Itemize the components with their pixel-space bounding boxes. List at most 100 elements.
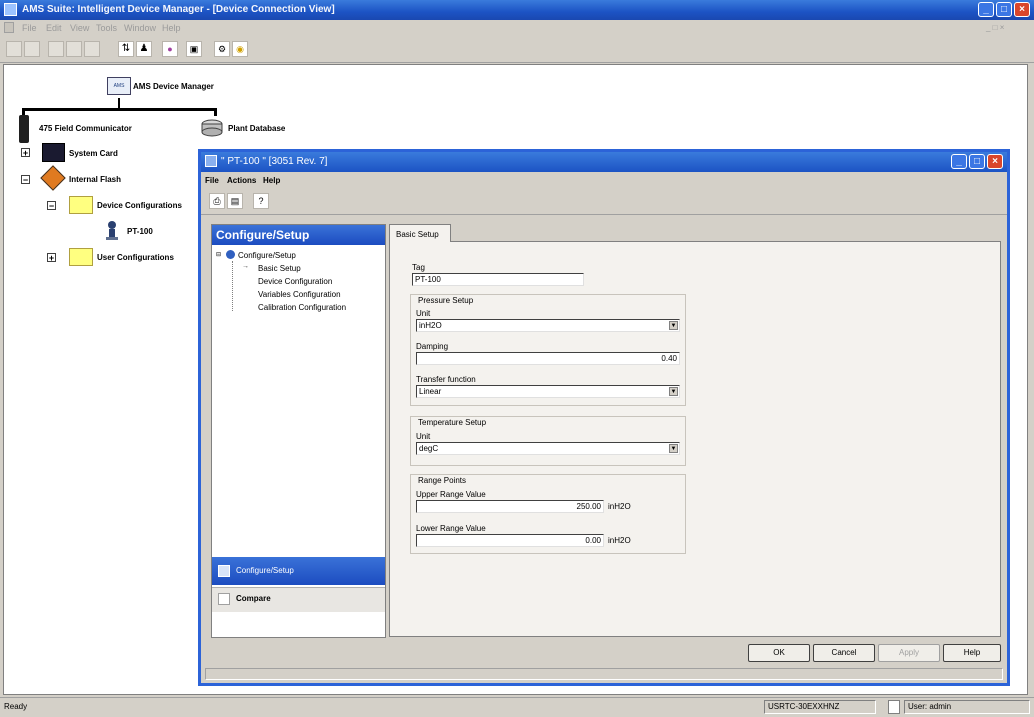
device-maximize-button[interactable]: □: [969, 154, 985, 169]
status-user: User: admin: [904, 700, 1030, 714]
connector-line: [214, 108, 217, 116]
system-card-icon[interactable]: [42, 143, 65, 162]
device-minimize-button[interactable]: _: [951, 154, 967, 169]
menu-tools[interactable]: Tools: [96, 23, 117, 33]
menu-window[interactable]: Window: [124, 23, 156, 33]
toolbar-button-4[interactable]: [66, 41, 82, 57]
content-area: Tag PT-100 Pressure Setup Unit inH2O ▼ D…: [387, 224, 1001, 638]
device-menubar: File Actions Help: [201, 174, 1007, 188]
field-communicator-icon[interactable]: [19, 115, 29, 143]
folder-icon[interactable]: [69, 196, 93, 214]
tag-label: Tag: [412, 263, 425, 272]
menu-edit[interactable]: Edit: [46, 23, 62, 33]
tree-communicator-label[interactable]: 475 Field Communicator: [39, 124, 132, 133]
tab-basic-setup-label: Basic Setup: [396, 230, 439, 239]
toolbar-button-5[interactable]: [84, 41, 100, 57]
transmitter-icon[interactable]: [105, 220, 119, 240]
tree-line: [232, 261, 234, 311]
app-icon: [4, 3, 17, 16]
lrv-input[interactable]: 0.00: [416, 534, 604, 547]
expand-system-card[interactable]: +: [21, 148, 30, 158]
device-close-button[interactable]: ×: [987, 154, 1003, 169]
print-icon[interactable]: ⎙: [209, 193, 225, 209]
properties-icon[interactable]: ●: [162, 41, 178, 57]
menu-file[interactable]: File: [22, 23, 37, 33]
urv-label: Upper Range Value: [416, 490, 486, 499]
temperature-setup-title: Temperature Setup: [418, 418, 487, 427]
temperature-unit-label: Unit: [416, 432, 431, 441]
current-item-arrow-icon: →: [242, 263, 249, 270]
lrv-label: Lower Range Value: [416, 524, 486, 533]
maximize-button[interactable]: □: [996, 2, 1012, 17]
nav-item-device-configuration[interactable]: Device Configuration: [258, 277, 332, 286]
device-menu-help[interactable]: Help: [263, 176, 280, 185]
pressure-unit-label: Unit: [416, 309, 431, 318]
nav-tree-collapse-icon[interactable]: ⊟: [216, 251, 221, 258]
menu-help[interactable]: Help: [162, 23, 181, 33]
toolbar-button-2[interactable]: [24, 41, 40, 57]
transfer-function-label: Transfer function: [416, 375, 476, 384]
tab-basic-setup[interactable]: Basic Setup: [389, 224, 451, 242]
pressure-unit-select[interactable]: inH2O ▼: [416, 319, 680, 332]
main-window-title: AMS Suite: Intelligent Device Manager - …: [22, 4, 335, 15]
device-window-titlebar[interactable]: " PT-100 " [3051 Rev. 7] _ □ ×: [201, 152, 1007, 172]
plant-database-icon[interactable]: [201, 119, 223, 137]
help-pointer-icon[interactable]: ?: [253, 193, 269, 209]
nav-item-calibration-configuration[interactable]: Calibration Configuration: [258, 303, 346, 312]
ams-device-manager-icon[interactable]: AMS: [107, 77, 131, 95]
expand-user-configurations[interactable]: +: [47, 253, 56, 263]
close-button[interactable]: ×: [1014, 2, 1030, 17]
device-menu-file[interactable]: File: [205, 176, 219, 185]
tree-root-label[interactable]: AMS Device Manager: [133, 82, 214, 91]
mdi-window-controls-icon[interactable]: _ □ ×: [986, 23, 1004, 32]
tag-input[interactable]: PT-100: [412, 273, 584, 286]
print-preview-icon[interactable]: ▤: [227, 193, 243, 209]
connect-icon[interactable]: ⚙: [214, 41, 230, 57]
nav-item-basic-setup[interactable]: Basic Setup: [258, 264, 301, 273]
collapse-device-configurations[interactable]: −: [47, 201, 56, 211]
device-window: " PT-100 " [3051 Rev. 7] _ □ × File Acti…: [198, 149, 1010, 686]
main-menubar: File Edit View Tools Window Help _ □ ×: [0, 20, 1034, 36]
nav-item-variables-configuration[interactable]: Variables Configuration: [258, 290, 341, 299]
tree-user-configs-label[interactable]: User Configurations: [97, 253, 174, 262]
tree-device-label[interactable]: PT-100: [127, 227, 153, 236]
toolbar-button-1[interactable]: [6, 41, 22, 57]
damping-label: Damping: [416, 342, 449, 351]
user-icon[interactable]: ♟: [136, 41, 152, 57]
tree-internal-flash-label[interactable]: Internal Flash: [69, 175, 121, 184]
toolbar-button-3[interactable]: [48, 41, 64, 57]
minimize-button[interactable]: _: [978, 2, 994, 17]
temperature-unit-select[interactable]: degC ▼: [416, 442, 680, 455]
dropdown-arrow-icon[interactable]: ▼: [669, 321, 678, 330]
device-toolbar: ⎙ ▤ ?: [201, 190, 1007, 215]
mdi-system-icon[interactable]: [4, 22, 14, 33]
collapse-internal-flash[interactable]: −: [21, 175, 30, 185]
tree-system-card-label[interactable]: System Card: [69, 149, 118, 158]
internal-flash-icon[interactable]: [40, 165, 66, 191]
device-menu-actions[interactable]: Actions: [227, 176, 256, 185]
dropdown-arrow-icon[interactable]: ▼: [669, 444, 678, 453]
nav-button-configure-setup[interactable]: Configure/Setup: [212, 557, 385, 585]
cancel-button[interactable]: Cancel: [813, 644, 875, 662]
folder-icon[interactable]: [69, 248, 93, 266]
range-points-title: Range Points: [418, 476, 467, 485]
connector-line: [22, 108, 216, 111]
lrv-unit: inH2O: [608, 536, 631, 545]
menu-view[interactable]: View: [70, 23, 89, 33]
nav-button-compare[interactable]: Compare: [212, 587, 385, 612]
urv-input[interactable]: 250.00: [416, 500, 604, 513]
damping-input[interactable]: 0.40: [416, 352, 680, 365]
config-icon[interactable]: ◉: [232, 41, 248, 57]
apply-button[interactable]: Apply: [878, 644, 940, 662]
dropdown-arrow-icon[interactable]: ▼: [669, 387, 678, 396]
help-button[interactable]: Help: [943, 644, 1001, 662]
main-window-titlebar[interactable]: AMS Suite: Intelligent Device Manager - …: [0, 0, 1034, 20]
ok-button[interactable]: OK: [748, 644, 810, 662]
tree-plant-db-label[interactable]: Plant Database: [228, 124, 285, 133]
tree-device-configs-label[interactable]: Device Configurations: [97, 201, 182, 210]
status-computer: USRTC-30EXXHNZ: [764, 700, 876, 714]
transfer-function-select[interactable]: Linear ▼: [416, 385, 680, 398]
screen-icon[interactable]: ▣: [186, 41, 202, 57]
nav-tree-root[interactable]: Configure/Setup: [238, 251, 296, 260]
device-connect-icon[interactable]: ⇅: [118, 41, 134, 57]
